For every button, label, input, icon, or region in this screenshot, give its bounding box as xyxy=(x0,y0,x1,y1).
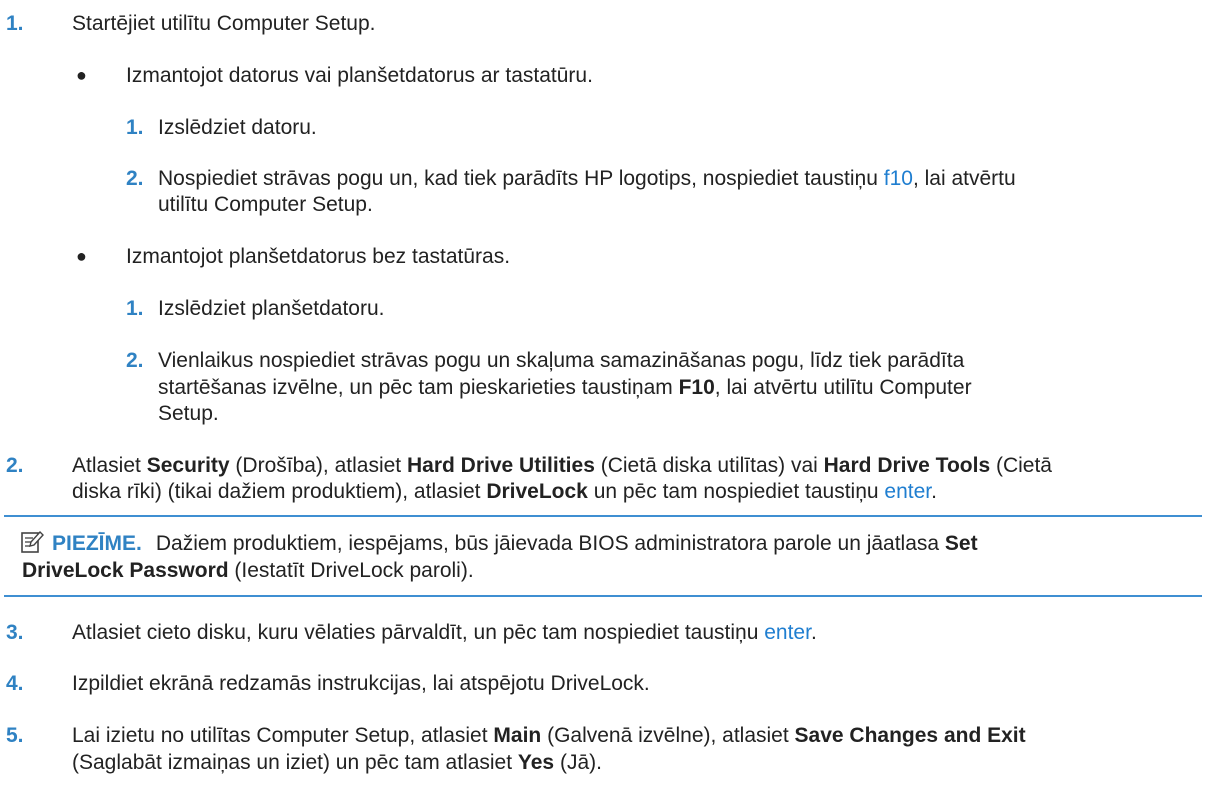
bullet-a-sub-2-line-1: Nospiediet strāvas pogu un, kad tiek par… xyxy=(158,165,1016,192)
bullet-a-sub-1-number: 1. xyxy=(126,116,144,139)
text-run: Lai izietu no utilītas Computer Setup, a… xyxy=(72,724,494,747)
text-run: , lai atvērtu xyxy=(912,167,1016,190)
bullet-b-sub-2-line-2: startēšanas izvēlne, un pēc tam pieskari… xyxy=(158,374,972,401)
note-line-1: PIEZĪME. Dažiem produktiem, iespējams, bū… xyxy=(52,530,978,557)
drivelock-password-label: DriveLock Password xyxy=(22,559,229,582)
step-3-text: Atlasiet cieto disku, kuru vēlaties pārv… xyxy=(72,619,817,646)
step-2-line-2: diska rīki) (tikai dažiem produktiem), a… xyxy=(72,478,937,505)
step-2-number: 2. xyxy=(6,454,24,477)
key-enter: enter xyxy=(884,480,932,503)
text-run: (Iestatīt DriveLock paroli). xyxy=(228,559,474,582)
step-3-number: 3. xyxy=(6,621,24,644)
bullet-a-sub-1-text: Izslēdziet datoru. xyxy=(158,116,317,139)
text-run: (Cietā xyxy=(990,454,1052,477)
note-top-divider xyxy=(4,515,1202,517)
menu-main: Main xyxy=(493,724,542,747)
bullet-a-sub-2-line-2: utilītu Computer Setup. xyxy=(158,193,373,216)
step-5-line-1: Lai izietu no utilītas Computer Setup, a… xyxy=(72,722,1026,749)
text-run: Atlasiet xyxy=(72,454,147,477)
text-run: , lai atvērtu utilītu Computer xyxy=(714,376,972,399)
step-2-line-1: Atlasiet Security (Drošība), atlasiet Ha… xyxy=(72,452,1052,479)
bullet-b-sub-1-number: 1. xyxy=(126,297,144,320)
step-4-text: Izpildiet ekrānā redzamās instrukcijas, … xyxy=(72,672,650,695)
bullet-a-text: Izmantojot datorus vai planšetdatorus ar… xyxy=(126,64,593,87)
text-run: (Cietā diska utilītas) vai xyxy=(594,454,824,477)
key-f10: F10 xyxy=(678,376,715,399)
menu-hard-drive-tools: Hard Drive Tools xyxy=(823,454,991,477)
text-run: (Saglabāt izmaiņas un iziet) un pēc tam … xyxy=(72,751,518,774)
text-run: Dažiem produktiem, iespējams, būs jāieva… xyxy=(155,532,945,555)
bullet-a-sub-2-number: 2. xyxy=(126,167,144,190)
menu-save-changes-and-exit: Save Changes and Exit xyxy=(794,724,1026,747)
step-5-line-2: (Saglabāt izmaiņas un iziet) un pēc tam … xyxy=(72,749,602,776)
option-yes: Yes xyxy=(517,751,555,774)
text-run: . xyxy=(810,621,817,644)
note-line-2: DriveLock Password (Iestatīt DriveLock p… xyxy=(22,557,474,584)
text-run: diska rīki) (tikai dažiem produktiem), a… xyxy=(72,480,487,503)
text-run: (Galvenā izvēlne), atlasiet xyxy=(541,724,795,747)
bullet-icon: ● xyxy=(76,65,87,85)
note-pencil-icon xyxy=(21,530,44,553)
step-1-number: 1. xyxy=(6,12,24,35)
bullet-b-sub-2-number: 2. xyxy=(126,349,144,372)
step-1-text: Startējiet utilītu Computer Setup. xyxy=(72,12,376,35)
text-run: un pēc tam nospiediet taustiņu xyxy=(587,480,885,503)
text-run: Atlasiet cieto disku, kuru vēlaties pārv… xyxy=(72,621,765,644)
bullet-b-sub-2-line-3: Setup. xyxy=(158,402,219,425)
key-enter: enter xyxy=(764,621,811,644)
note-bottom-divider xyxy=(4,595,1202,597)
bullet-b-sub-1-text: Izslēdziet planšetdatoru. xyxy=(158,297,385,320)
menu-drivelock: DriveLock xyxy=(486,480,588,503)
step-4-number: 4. xyxy=(6,672,24,695)
menu-hard-drive-utilities: Hard Drive Utilities xyxy=(406,454,595,477)
note-label: PIEZĪME. xyxy=(52,532,142,555)
bullet-b-sub-2-line-1: Vienlaikus nospiediet strāvas pogu un sk… xyxy=(158,349,965,372)
text-run: (Jā). xyxy=(554,751,602,774)
text-run: (Drošība), atlasiet xyxy=(229,454,407,477)
bullet-b-text: Izmantojot planšetdatorus bez tastatūras… xyxy=(126,245,511,268)
menu-security: Security xyxy=(146,454,230,477)
text-run: . xyxy=(931,480,937,503)
text-run: startēšanas izvēlne, un pēc tam pieskari… xyxy=(158,376,679,399)
step-5-number: 5. xyxy=(6,724,24,747)
text-run: Nospiediet strāvas pogu un, kad tiek par… xyxy=(158,167,884,190)
bullet-icon: ● xyxy=(76,246,87,266)
key-f10: f10 xyxy=(883,167,913,190)
set-label: Set xyxy=(944,532,978,555)
